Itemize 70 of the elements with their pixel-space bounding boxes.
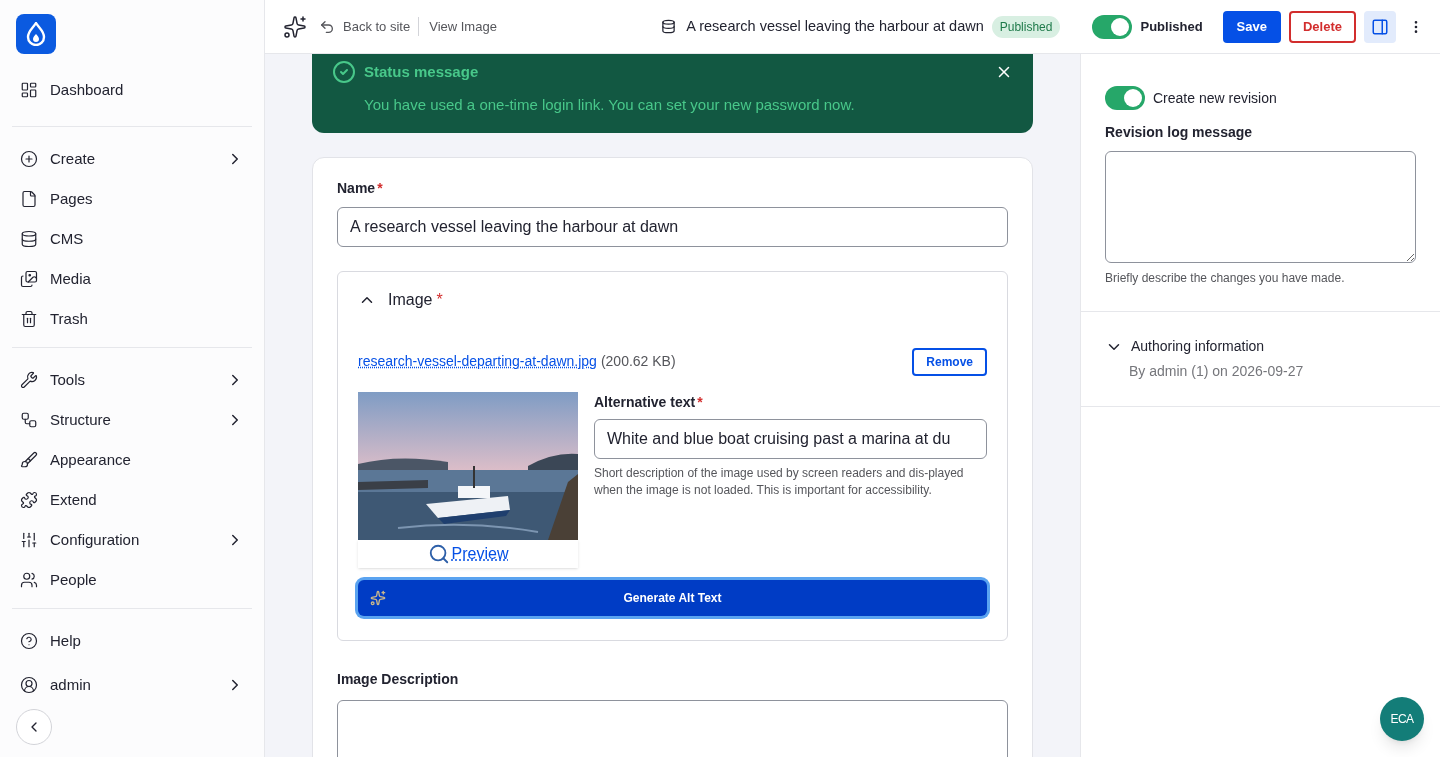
name-input[interactable]: A research vessel leaving the harbour at dawn bbox=[337, 206, 1008, 247]
help-text: Briefly describe the changes you have made. bbox=[1105, 270, 1346, 287]
nav-icon bbox=[20, 491, 38, 509]
field-label: Revision log message bbox=[1105, 123, 1254, 142]
field-label: Name bbox=[337, 179, 376, 196]
help-text: Short description of the image used by screen readers and dis-played when the image is not loaded. This is important for accessibility. bbox=[594, 464, 965, 499]
sidebar-item[interactable]: CMS bbox=[12, 219, 252, 259]
remove-button[interactable]: Remove bbox=[912, 347, 987, 376]
magnifier-icon bbox=[427, 542, 450, 565]
eca-button[interactable]: ECA bbox=[1380, 697, 1424, 741]
sidebar-item[interactable]: Configuration bbox=[12, 520, 252, 560]
sidebar-item[interactable]: Media bbox=[12, 259, 252, 299]
sidebar-item[interactable]: admin bbox=[12, 665, 252, 705]
status-title: Status message bbox=[364, 61, 479, 82]
revision-log-textarea[interactable] bbox=[1105, 151, 1416, 263]
nav-icon bbox=[20, 632, 38, 650]
status-text: You have used a one-time login link. You can set your new password now. bbox=[364, 95, 856, 115]
section-title[interactable]: Image bbox=[388, 287, 433, 312]
sidebar-item[interactable]: Extend bbox=[12, 480, 252, 520]
nav-icon bbox=[20, 411, 38, 429]
file-size: (200.62 KB) bbox=[600, 352, 676, 371]
sidebar-toggle-button[interactable] bbox=[1364, 10, 1396, 43]
nav-icon bbox=[20, 451, 38, 469]
nav-icon bbox=[20, 310, 38, 328]
nav-icon bbox=[20, 81, 38, 99]
section-title[interactable]: Authoring information bbox=[1131, 336, 1265, 357]
sidebar-item[interactable]: Pages bbox=[12, 179, 252, 219]
sidebar-item[interactable]: Structure bbox=[12, 400, 252, 440]
file-link[interactable]: research-vessel-departing-at-dawn.jpg bbox=[358, 351, 597, 372]
generate-alt-text-button[interactable]: Generate Alt Text bbox=[358, 579, 987, 616]
required-mark: * bbox=[436, 289, 443, 310]
sidebar-item[interactable]: Trash bbox=[12, 299, 252, 339]
field-label: Image Description bbox=[337, 669, 460, 689]
status-badge: Published bbox=[991, 15, 1061, 38]
preview-link[interactable]: Preview bbox=[451, 541, 509, 566]
toggle-switch[interactable] bbox=[1092, 14, 1133, 39]
back-arrow-icon bbox=[319, 18, 335, 35]
back-to-site-link[interactable]: Back to site bbox=[319, 16, 420, 37]
nav-icon bbox=[20, 150, 38, 168]
alt-text-input[interactable]: White and blue boat cruising past a marina at du bbox=[594, 418, 987, 459]
nav-icon bbox=[20, 230, 38, 248]
sidebar-item[interactable]: Dashboard bbox=[12, 70, 252, 110]
nav-icon bbox=[20, 531, 38, 549]
field-label: Alternative text bbox=[594, 393, 696, 410]
toggle-label: Create new revision bbox=[1153, 88, 1277, 108]
required-mark: * bbox=[377, 179, 383, 196]
sparkles-icon bbox=[370, 589, 386, 606]
required-mark: * bbox=[697, 393, 703, 410]
database-icon bbox=[661, 19, 677, 34]
sidebar-item[interactable]: People bbox=[12, 560, 252, 600]
page-title: A research vessel leaving the harbour at dawn bbox=[686, 16, 984, 36]
nav-icon bbox=[20, 676, 38, 694]
sidebar-item[interactable]: Tools bbox=[12, 360, 252, 400]
toggle-switch[interactable] bbox=[1105, 86, 1145, 110]
nav-icon bbox=[20, 270, 38, 288]
logo-icon[interactable] bbox=[16, 14, 56, 54]
check-icon bbox=[332, 60, 356, 84]
sparkles-icon[interactable] bbox=[283, 14, 307, 39]
authoring-summary: By admin (1) on 2026-09-27 bbox=[1129, 362, 1305, 381]
nav-icon bbox=[20, 571, 38, 589]
nav-icon bbox=[20, 190, 38, 208]
sidebar-item[interactable]: Appearance bbox=[12, 440, 252, 480]
sidebar-item[interactable]: Create bbox=[12, 139, 252, 179]
sidebar-item[interactable]: Help bbox=[12, 621, 252, 661]
side-panel-icon bbox=[1371, 17, 1389, 36]
delete-button[interactable]: Delete bbox=[1288, 10, 1356, 43]
save-button[interactable]: Save bbox=[1222, 10, 1281, 43]
nav-icon bbox=[20, 371, 38, 389]
toggle-label: Published bbox=[1140, 17, 1203, 36]
view-image-link[interactable]: View Image bbox=[419, 16, 497, 37]
